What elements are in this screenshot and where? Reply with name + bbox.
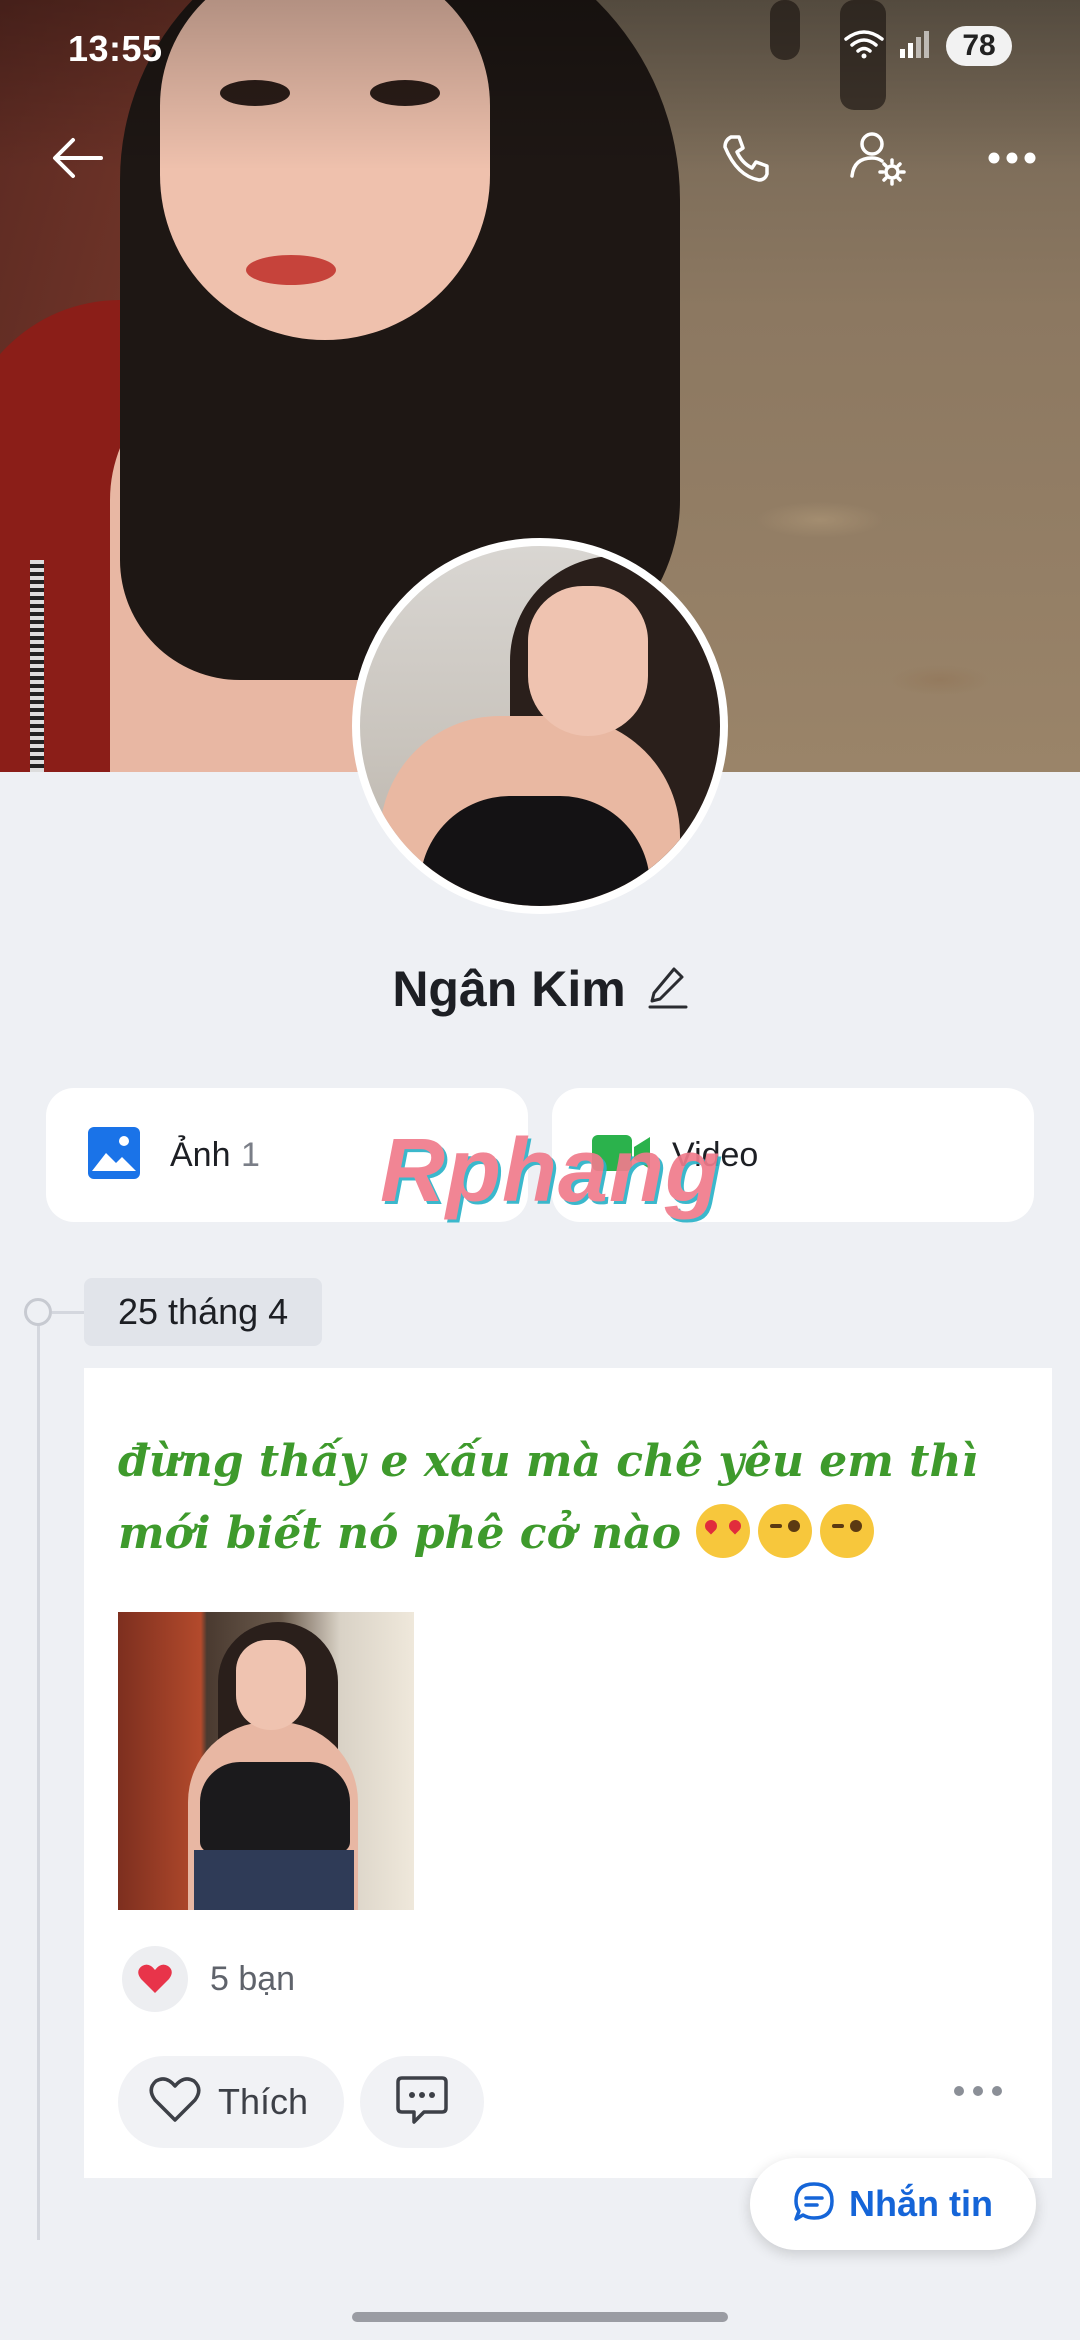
wifi-icon bbox=[844, 29, 884, 64]
comment-icon bbox=[394, 2074, 450, 2131]
reaction-summary[interactable]: 5 bạn bbox=[122, 1946, 295, 2012]
more-options-button[interactable] bbox=[972, 120, 1052, 200]
status-bar: 13:55 78 bbox=[0, 0, 1080, 100]
more-options-icon bbox=[987, 151, 1037, 170]
like-button[interactable]: Thích bbox=[118, 2056, 344, 2148]
user-settings-icon bbox=[848, 128, 908, 193]
wink-tongue-emoji bbox=[820, 1504, 875, 1558]
back-button[interactable] bbox=[38, 120, 118, 200]
pencil-icon[interactable] bbox=[648, 965, 688, 1014]
status-time: 13:55 bbox=[68, 28, 163, 69]
wink-tongue-emoji bbox=[758, 1504, 813, 1558]
profile-name: Ngân Kim bbox=[392, 961, 626, 1017]
heart-reaction-icon bbox=[122, 1946, 188, 2012]
post-caption: đừng thấy e xấu mà chê yêu em thì mới bi… bbox=[118, 1426, 1018, 1570]
timeline-date: 25 tháng 4 bbox=[84, 1278, 323, 1346]
timeline-dot bbox=[24, 1298, 52, 1326]
post-card[interactable]: đừng thấy e xấu mà chê yêu em thì mới bi… bbox=[84, 1368, 1052, 2178]
message-button-label: Nhắn tin bbox=[849, 2183, 993, 2224]
like-label: Thích bbox=[218, 2081, 309, 2122]
message-button[interactable]: Nhắn tin bbox=[750, 2158, 1036, 2250]
heart-outline-icon bbox=[148, 2076, 202, 2129]
watermark-text: Rphang bbox=[380, 1121, 721, 1221]
photos-count: 1 bbox=[240, 1135, 260, 1174]
call-button[interactable] bbox=[706, 120, 786, 200]
profile-avatar[interactable] bbox=[352, 538, 728, 914]
cover-lips bbox=[246, 255, 336, 285]
battery-indicator: 78 bbox=[946, 26, 1012, 66]
back-arrow-icon bbox=[51, 136, 105, 185]
profile-settings-button[interactable] bbox=[838, 120, 918, 200]
reaction-count: 5 bạn bbox=[210, 1959, 296, 1998]
chat-bubble-icon bbox=[793, 2181, 835, 2228]
image-icon bbox=[88, 1126, 140, 1184]
photos-label: Ảnh bbox=[170, 1135, 231, 1174]
phone-call-icon bbox=[719, 131, 773, 190]
signal-icon bbox=[898, 29, 932, 64]
heart-eyes-emoji bbox=[696, 1504, 751, 1558]
post-more-icon[interactable] bbox=[954, 2086, 1002, 2096]
profile-name-row: Ngân Kim bbox=[0, 960, 1080, 1018]
post-photo[interactable] bbox=[118, 1612, 414, 1910]
timeline-line bbox=[37, 1320, 40, 2240]
cover-zipper bbox=[30, 560, 44, 772]
home-indicator[interactable] bbox=[352, 2312, 728, 2322]
comment-button[interactable] bbox=[360, 2056, 484, 2148]
